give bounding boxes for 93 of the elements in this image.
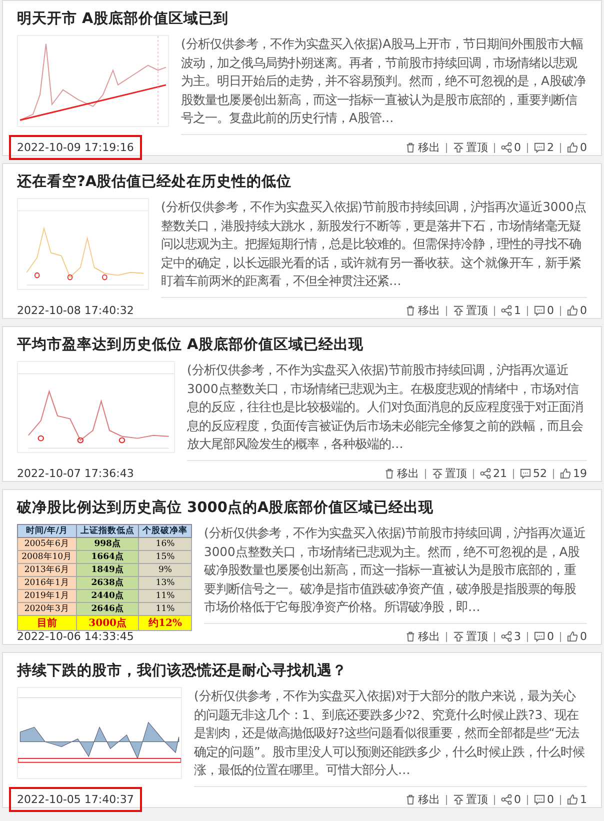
like-button[interactable]: 19	[560, 467, 587, 480]
top-button[interactable]: 置顶	[453, 629, 488, 644]
remove-button[interactable]: 移出	[384, 466, 419, 481]
thumbs-up-icon	[560, 468, 571, 479]
post-title[interactable]: 明天开市 A股底部价值区域已到	[17, 9, 228, 29]
trash-icon	[405, 631, 416, 642]
trash-icon	[405, 142, 416, 153]
top-button[interactable]: 置顶	[453, 792, 488, 807]
post-date: 2022-10-08 17:40:32	[16, 303, 135, 319]
thumbs-up-icon	[567, 142, 578, 153]
chart-thumbnail[interactable]	[17, 198, 149, 290]
table-cell: 998点	[76, 538, 139, 550]
table-cell: 1664点	[76, 550, 139, 564]
share-button[interactable]: 1	[501, 304, 521, 317]
post-excerpt: (分析仅供参考，不作为实盘买入依据)节前股市持续回调，沪指再次逼近3000点整数关口，市场情绪已悲观为主。在极度悲观的情绪中，市场对信息的反应，往往也是比较极端的。人们对负面消息的反应程度强于对正面消息的反应程度，负面传言被证伪后市场未必能完全修复之前的跌幅，而且会放大尾部风险发生的概率，各种极端的…	[187, 361, 587, 461]
like-button[interactable]: 0	[567, 630, 587, 643]
chart-thumbnail[interactable]	[17, 35, 169, 127]
table-header-cell: 时间/年/月	[18, 524, 76, 538]
post-excerpt: (分析仅供参考，不作为实盘买入依据)对于大部分的散户来说，最为关心的问题无非这几个：1、到底还要跌多少?2、究竟什么时候止跌?3、现在是割肉，还是做高抛低吸好?这些问题看似很重要，然而全部都是些“无法确定的问题”。股市里没人可以预测还能跌多少，什么时候止跌，什么时候涨，最低的位置在哪里。可惜大部分人…	[194, 687, 587, 787]
share-button[interactable]: 0	[501, 793, 521, 806]
pin-top-icon	[453, 305, 464, 316]
share-button[interactable]: 3	[501, 630, 521, 643]
remove-button[interactable]: 移出	[405, 629, 440, 644]
pin-top-icon	[453, 794, 464, 805]
thumbs-up-icon	[567, 305, 578, 316]
comment-button[interactable]: 52	[520, 467, 547, 480]
table-cell: 13%	[138, 576, 192, 590]
post-date: 2022-10-05 17:40:37	[9, 787, 142, 812]
post-title[interactable]: 还在看空?A股估值已经处在历史性的低位	[17, 172, 292, 192]
table-cell: 2646点	[76, 602, 139, 616]
comment-button[interactable]: 2	[534, 141, 554, 154]
table-cell: 2013年6月	[18, 564, 76, 576]
table-cell: 2440点	[76, 590, 139, 602]
post-excerpt: (分析仅供参考，不作为实盘买入依据)节前股市持续回调，沪指再次逼近3000点整数关口，港股持续大跳水，新股发行不断等，更是落井下石，市场情绪毫无疑问以悲观为主。把握短期行情，总是比较难的。但需保持冷静，理性的寻找不确定中的确定，以长远眼光看的话，或许就有另一番收获。这个就像开车，新手紧盯着车前两米的距离看，不但全神贯注还紧…	[161, 198, 587, 298]
trash-icon	[405, 794, 416, 805]
table-cell: 3000点	[76, 616, 139, 630]
share-icon	[501, 631, 512, 642]
post-date: 2022-10-07 17:36:43	[16, 466, 135, 482]
table-cell: 约12%	[138, 616, 192, 630]
like-button[interactable]: 0	[567, 141, 587, 154]
comment-icon	[534, 794, 545, 805]
post-date: 2022-10-09 17:19:16	[9, 135, 142, 160]
remove-button[interactable]: 移出	[405, 303, 440, 318]
table-cell: 目前	[18, 616, 76, 630]
thumbs-up-icon	[567, 794, 578, 805]
chart-thumbnail[interactable]	[17, 687, 182, 779]
remove-button[interactable]: 移出	[405, 140, 440, 155]
comment-button[interactable]: 0	[534, 304, 554, 317]
pin-top-icon	[453, 631, 464, 642]
post-title[interactable]: 持续下跌的股市，我们该恐慌还是耐心寻找机遇？	[17, 661, 347, 681]
post-excerpt: (分析仅供参考，不作为实盘买入依据)节前股市持续回调，沪指再次逼近3000点整数关口，市场情绪已悲观为主。然而，绝不可忽视的是，A股破净股数量也屡屡创出新高，而这一指标一直被认为是股市底部的，重要判断信号之一。破净是指市值跌破净资产值，破净股是指股票的每股市场价格低于它每股净资产价格。所谓破净股，即…	[204, 524, 587, 624]
table-cell: 2008年10月	[18, 550, 76, 564]
table-cell: 11%	[138, 602, 192, 616]
table-header-cell: 上证指数低点	[76, 524, 139, 538]
comment-icon	[520, 468, 531, 479]
post-excerpt: (分析仅供参考，不作为实盘买入依据)A股马上开市，节日期间外围股市大幅波动，加之俄乌局势扑朔迷离。再者，节前股市持续回调，市场情绪以悲观为主。明日开始后的走势，并不容易预判。然而，绝不可忽视的是，A股破净股数量也屡屡创出新高，而这一指标一直被认为是股市底部的，重要判断信号之一。复盘此前的历史行情，A股管…	[181, 35, 587, 135]
table-cell: 2638点	[76, 576, 139, 590]
table-cell: 2005年6月	[18, 538, 76, 550]
comment-icon	[534, 631, 545, 642]
table-cell: 2019年1月	[18, 590, 76, 602]
like-button[interactable]: 0	[567, 304, 587, 317]
top-button[interactable]: 置顶	[453, 140, 488, 155]
top-button[interactable]: 置顶	[432, 466, 467, 481]
table-cell: 2020年3月	[18, 602, 76, 616]
comment-button[interactable]: 0	[534, 630, 554, 643]
table-header-cell: 个股破净率	[138, 524, 192, 538]
pin-top-icon	[453, 142, 464, 153]
table-cell: 16%	[138, 538, 192, 550]
post-date: 2022-10-06 14:33:45	[16, 629, 135, 645]
table-cell: 2016年1月	[18, 576, 76, 590]
like-button[interactable]: 1	[567, 793, 587, 806]
post-title[interactable]: 平均市盈率达到历史低位 A股底部价值区域已经出现	[17, 335, 364, 355]
chart-thumbnail[interactable]	[17, 361, 175, 453]
table-cell: 9%	[138, 564, 192, 576]
remove-button[interactable]: 移出	[405, 792, 440, 807]
table-cell: 11%	[138, 590, 192, 602]
post-title[interactable]: 破净股比例达到历史高位 3000点的A股底部价值区域已经出现	[17, 498, 434, 518]
share-icon	[501, 142, 512, 153]
pin-top-icon	[432, 468, 443, 479]
table-cell: 15%	[138, 550, 192, 564]
comment-icon	[534, 305, 545, 316]
thumbs-up-icon	[567, 631, 578, 642]
share-button[interactable]: 21	[480, 467, 507, 480]
share-icon	[480, 468, 491, 479]
trash-icon	[384, 468, 395, 479]
table-cell: 1849点	[76, 564, 139, 576]
comment-button[interactable]: 0	[534, 793, 554, 806]
top-button[interactable]: 置顶	[453, 303, 488, 318]
share-button[interactable]: 0	[501, 141, 521, 154]
share-icon	[501, 794, 512, 805]
share-icon	[501, 305, 512, 316]
comment-icon	[534, 142, 545, 153]
trash-icon	[405, 305, 416, 316]
